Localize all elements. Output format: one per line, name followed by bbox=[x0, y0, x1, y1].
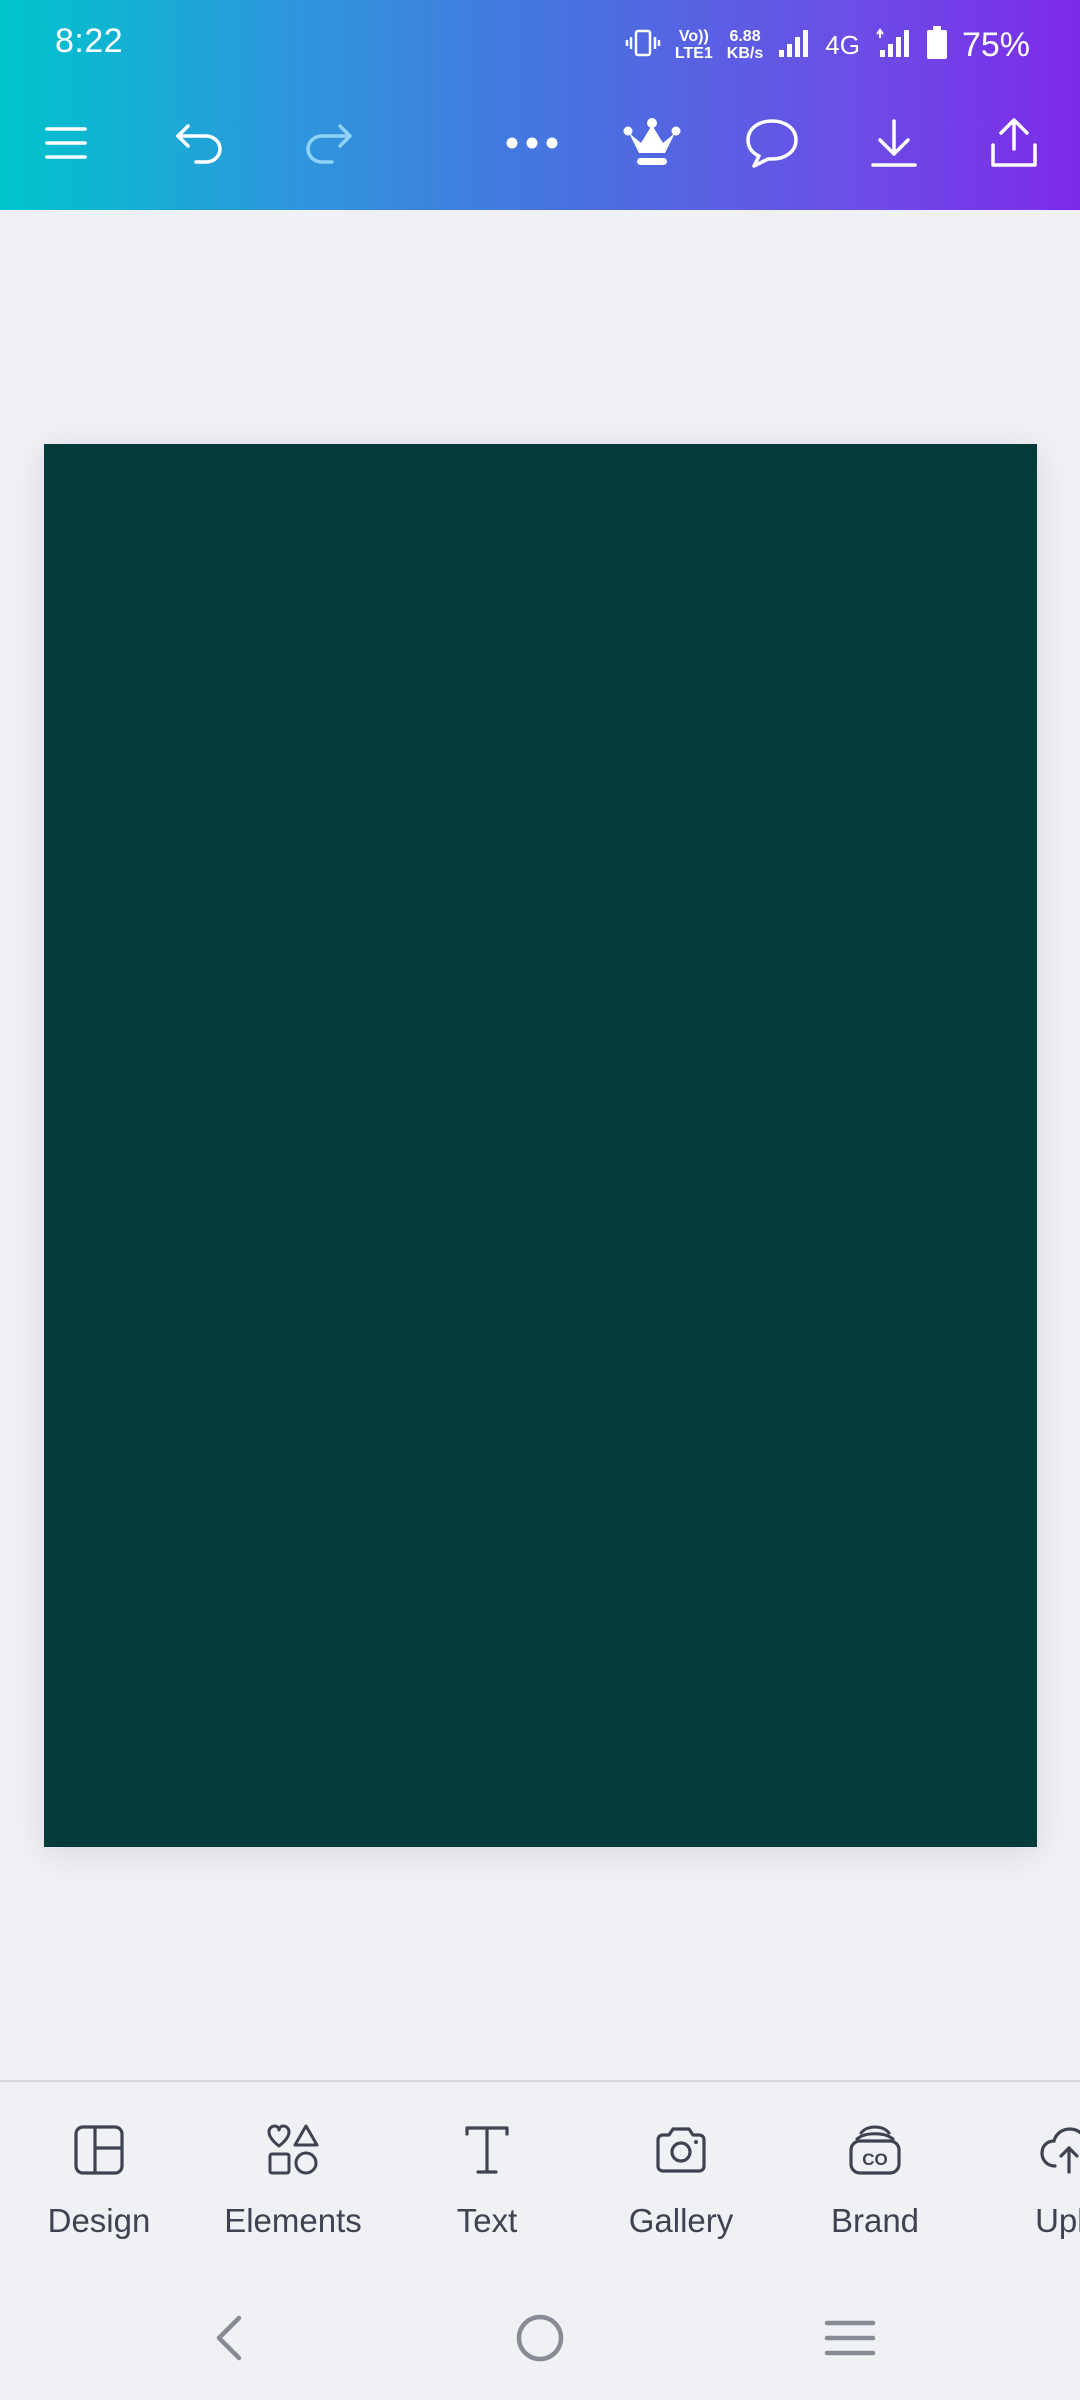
comment-button[interactable] bbox=[742, 115, 802, 175]
layout-icon bbox=[69, 2120, 129, 2180]
system-navigation-bar bbox=[0, 2280, 1080, 2400]
tool-gallery-label: Gallery bbox=[628, 2202, 734, 2239]
camera-icon bbox=[651, 2120, 711, 2180]
volte-indicator: Vo)) LTE1 bbox=[675, 28, 713, 62]
tool-brand[interactable]: CO Brand bbox=[780, 2120, 970, 2270]
tool-elements[interactable]: Elements bbox=[198, 2120, 388, 2270]
battery-percent: 75% bbox=[961, 25, 1030, 64]
design-page[interactable] bbox=[44, 444, 1037, 1847]
premium-button[interactable] bbox=[622, 115, 682, 175]
editor-toolbar bbox=[0, 100, 1080, 190]
tool-gallery[interactable]: Gallery bbox=[586, 2120, 776, 2270]
upload-cloud-icon bbox=[1039, 2120, 1080, 2180]
tool-brand-label: Brand bbox=[830, 2202, 920, 2239]
more-icon bbox=[505, 136, 559, 155]
tool-design[interactable]: Design bbox=[4, 2120, 194, 2270]
tool-elements-label: Elements bbox=[224, 2202, 362, 2239]
bottom-tool-bar: Design Elements Text Gallery CO Brand Up bbox=[0, 2080, 1080, 2282]
recents-icon bbox=[824, 2318, 876, 2363]
undo-button[interactable] bbox=[170, 115, 230, 175]
svg-text:CO: CO bbox=[862, 2150, 888, 2169]
home-icon bbox=[514, 2312, 566, 2369]
tool-text[interactable]: Text bbox=[392, 2120, 582, 2270]
status-bar: 8:22 Vo)) LTE1 6.88 KB/s 4G 75% bbox=[0, 0, 1080, 90]
menu-icon bbox=[45, 125, 87, 166]
battery-icon bbox=[926, 25, 948, 65]
network-speed: 6.88 KB/s bbox=[727, 28, 763, 62]
status-time: 8:22 bbox=[55, 22, 124, 60]
share-icon bbox=[989, 117, 1039, 174]
undo-icon bbox=[174, 122, 226, 169]
editor-canvas-area[interactable] bbox=[0, 210, 1080, 2080]
redo-icon bbox=[302, 122, 354, 169]
tool-uploads[interactable]: Uplo bbox=[974, 2120, 1080, 2270]
signal-icon bbox=[777, 28, 811, 63]
tool-uploads-label: Uplo bbox=[1035, 2202, 1080, 2239]
status-indicators: Vo)) LTE1 6.88 KB/s 4G 75% bbox=[625, 22, 1030, 68]
network-type: 4G bbox=[825, 29, 860, 60]
volte-line2: LTE1 bbox=[674, 45, 713, 62]
tool-text-label: Text bbox=[456, 2202, 518, 2239]
back-icon bbox=[211, 2314, 245, 2367]
brand-icon: CO bbox=[845, 2120, 905, 2180]
redo-button[interactable] bbox=[298, 115, 358, 175]
more-options-button[interactable] bbox=[502, 115, 562, 175]
back-button[interactable] bbox=[198, 2310, 258, 2370]
speed-value: 6.88 bbox=[729, 28, 761, 45]
download-icon bbox=[869, 117, 919, 174]
share-button[interactable] bbox=[984, 115, 1044, 175]
app-header: 8:22 Vo)) LTE1 6.88 KB/s 4G 75% bbox=[0, 0, 1080, 210]
signal-icon-2 bbox=[874, 27, 912, 63]
tool-design-label: Design bbox=[47, 2202, 151, 2239]
home-button[interactable] bbox=[510, 2310, 570, 2370]
comment-icon bbox=[744, 117, 800, 174]
menu-button[interactable] bbox=[36, 115, 96, 175]
text-icon bbox=[457, 2120, 517, 2180]
volte-line1: Vo)) bbox=[678, 28, 709, 45]
shapes-icon bbox=[263, 2120, 323, 2180]
recents-button[interactable] bbox=[820, 2310, 880, 2370]
speed-unit: KB/s bbox=[726, 45, 764, 62]
download-button[interactable] bbox=[864, 115, 924, 175]
vibrate-icon bbox=[625, 28, 661, 63]
crown-icon bbox=[623, 117, 681, 174]
